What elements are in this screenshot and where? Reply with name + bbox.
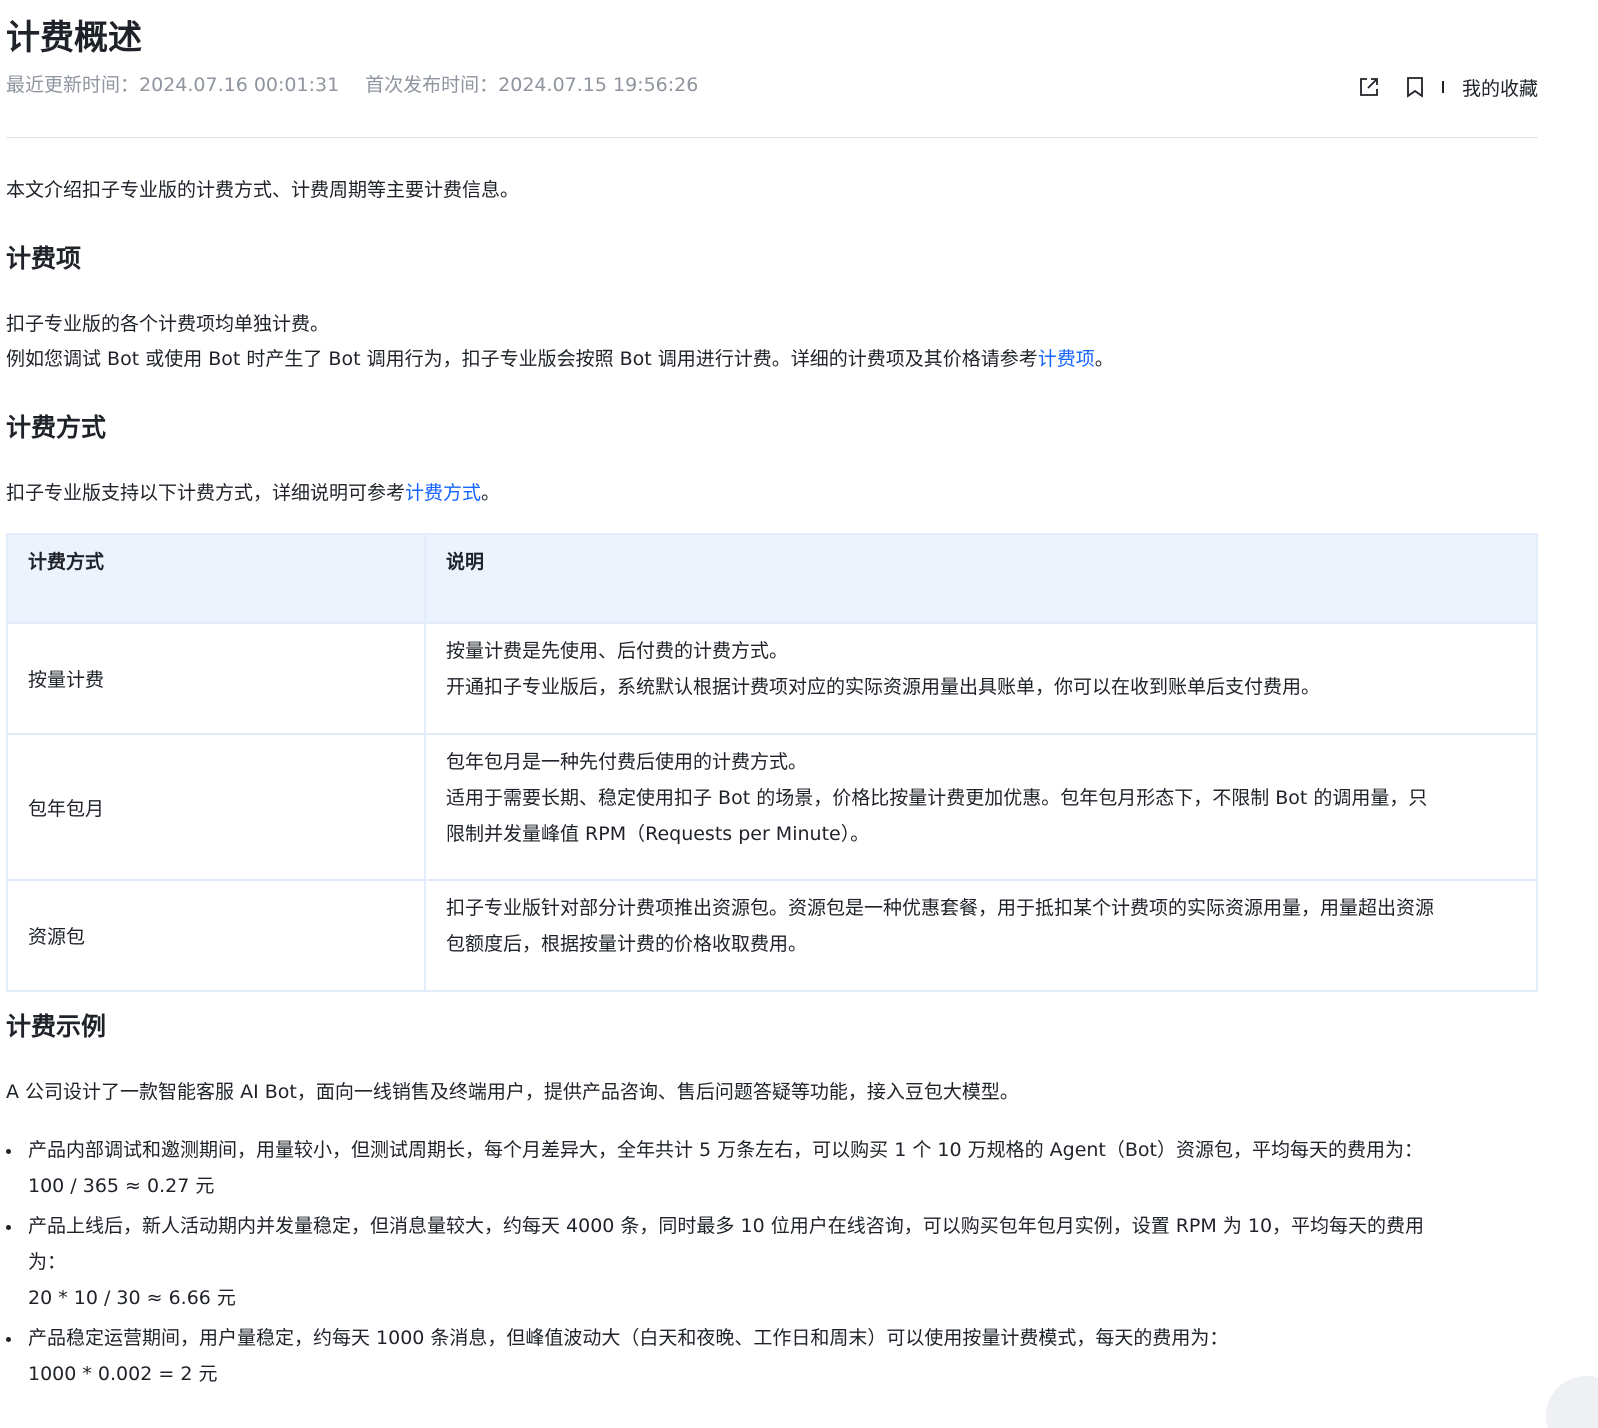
list-item: 产品稳定运营期间，用户量稳定，约每天 1000 条消息，但峰值波动大（白天和夜晚… <box>6 1320 1538 1392</box>
billing-items-line1: 扣子专业版的各个计费项均单独计费。 <box>6 313 330 335</box>
table-cell-method: 包年包月 <box>6 733 426 881</box>
floating-help-button[interactable] <box>1546 1376 1598 1428</box>
table-row: 包年包月 包年包月是一种先付费后使用的计费方式。 适用于需要长期、稳定使用扣子 … <box>6 733 1538 881</box>
example-bullet-list: 产品内部调试和邀测期间，用量较小，但测试周期长，每个月差异大，全年共计 5 万条… <box>6 1132 1538 1396</box>
list-item-line: 产品内部调试和邀测期间，用量较小，但测试周期长，每个月差异大，全年共计 5 万条… <box>28 1139 1423 1161</box>
table-cell-method: 资源包 <box>6 879 426 992</box>
billing-items-link[interactable]: 计费项 <box>1038 348 1095 370</box>
section-heading-billing-example: 计费示例 <box>6 1012 107 1041</box>
list-item-line: 1000 * 0.002 = 2 元 <box>28 1363 218 1385</box>
actions-separator <box>1441 81 1444 93</box>
description-line: 扣子专业版针对部分计费项推出资源包。资源包是一种优惠套餐，用于抵扣某个计费项的实… <box>446 897 1435 919</box>
bookmark-icon[interactable] <box>1402 74 1428 100</box>
billing-methods-end: 。 <box>481 482 501 504</box>
description-line: 适用于需要长期、稳定使用扣子 Bot 的场景，价格比按量计费更加优惠。包年包月形… <box>446 787 1428 809</box>
page-actions: 我的收藏 <box>1356 73 1538 101</box>
billing-methods-intro: 扣子专业版支持以下计费方式，详细说明可参考计费方式。 <box>6 475 500 511</box>
table-cell-description: 按量计费是先使用、后付费的计费方式。 开通扣子专业版后，系统默认根据计费项对应的… <box>424 622 1538 735</box>
description-line: 限制并发量峰值 RPM（Requests per Minute）。 <box>446 823 870 845</box>
page-meta: 最近更新时间：2024.07.16 00:01:31 首次发布时间：2024.07… <box>6 72 698 98</box>
billing-methods-table: 计费方式 说明 按量计费 按量计费是先使用、后付费的计费方式。 开通扣子专业版后… <box>6 533 1538 992</box>
table-cell-description: 包年包月是一种先付费后使用的计费方式。 适用于需要长期、稳定使用扣子 Bot 的… <box>424 733 1538 881</box>
table-header-description: 说明 <box>424 533 1538 624</box>
table-header-row: 计费方式 说明 <box>6 533 1538 624</box>
published-time: 首次发布时间：2024.07.15 19:56:26 <box>365 74 699 96</box>
billing-items-line2-end: 。 <box>1094 348 1114 370</box>
section-heading-billing-items: 计费项 <box>6 244 82 273</box>
description-line: 包年包月是一种先付费后使用的计费方式。 <box>446 751 808 773</box>
my-favorites-link[interactable]: 我的收藏 <box>1462 74 1538 101</box>
list-item-line: 100 / 365 ≈ 0.27 元 <box>28 1175 215 1197</box>
list-item-line: 产品稳定运营期间，用户量稳定，约每天 1000 条消息，但峰值波动大（白天和夜晚… <box>28 1327 1229 1349</box>
table-cell-method: 按量计费 <box>6 622 426 735</box>
billing-methods-link[interactable]: 计费方式 <box>405 482 481 504</box>
external-link-icon[interactable] <box>1356 74 1382 100</box>
description-line: 包额度后，根据按量计费的价格收取费用。 <box>446 933 808 955</box>
header-divider <box>6 137 1538 138</box>
billing-methods-text: 扣子专业版支持以下计费方式，详细说明可参考 <box>6 482 406 504</box>
list-item: 产品内部调试和邀测期间，用量较小，但测试周期长，每个月差异大，全年共计 5 万条… <box>6 1132 1538 1204</box>
updated-time: 最近更新时间：2024.07.16 00:01:31 <box>6 74 340 96</box>
table-cell-description: 扣子专业版针对部分计费项推出资源包。资源包是一种优惠套餐，用于抵扣某个计费项的实… <box>424 879 1538 992</box>
intro-text: 本文介绍扣子专业版的计费方式、计费周期等主要计费信息。 <box>6 179 520 201</box>
billing-example-intro: A 公司设计了一款智能客服 AI Bot，面向一线销售及终端用户，提供产品咨询、… <box>6 1081 1019 1103</box>
billing-items-line2: 例如您调试 Bot 或使用 Bot 时产生了 Bot 调用行为，扣子专业版会按照… <box>6 341 1114 377</box>
description-line: 按量计费是先使用、后付费的计费方式。 <box>446 640 789 662</box>
table-row: 资源包 扣子专业版针对部分计费项推出资源包。资源包是一种优惠套餐，用于抵扣某个计… <box>6 879 1538 992</box>
list-item-line: 20 * 10 / 30 ≈ 6.66 元 <box>28 1287 236 1309</box>
section-heading-billing-methods: 计费方式 <box>6 413 107 442</box>
billing-items-line2-text: 例如您调试 Bot 或使用 Bot 时产生了 Bot 调用行为，扣子专业版会按照… <box>6 348 1038 370</box>
list-item: 产品上线后，新人活动期内并发量稳定，但消息量较大，约每天 4000 条，同时最多… <box>6 1208 1538 1316</box>
list-item-line: 为： <box>28 1251 67 1273</box>
list-item-line: 产品上线后，新人活动期内并发量稳定，但消息量较大，约每天 4000 条，同时最多… <box>28 1215 1425 1237</box>
page-title: 计费概述 <box>6 18 142 58</box>
table-header-method: 计费方式 <box>6 533 426 624</box>
description-line: 开通扣子专业版后，系统默认根据计费项对应的实际资源用量出具账单，你可以在收到账单… <box>446 676 1321 698</box>
table-row: 按量计费 按量计费是先使用、后付费的计费方式。 开通扣子专业版后，系统默认根据计… <box>6 622 1538 735</box>
